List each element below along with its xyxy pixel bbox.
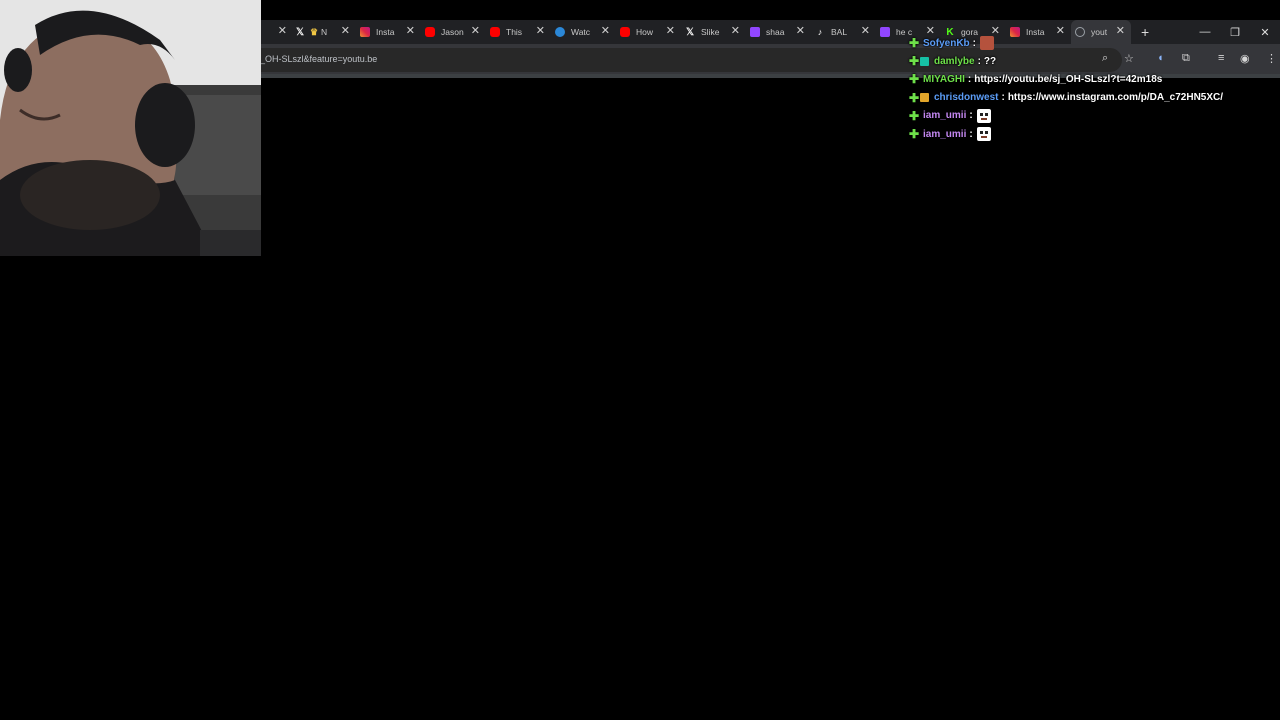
chat-overlay: ✚ SofyenKb : ✚ damlybe : ?? ✚ MIYAGHI : … [907, 34, 1280, 143]
tab-title: This [506, 27, 523, 37]
tab-title: Jason [441, 27, 464, 37]
chat-text: ?? [983, 55, 997, 67]
x-logo-icon: 𝕏 [685, 26, 695, 38]
youtube-icon [490, 27, 500, 37]
chat-username: iam_umii [923, 110, 967, 122]
tab-title: Slike [701, 27, 720, 37]
sub-badge-icon: ✚ [908, 54, 920, 69]
chat-separator: : [1001, 92, 1005, 104]
emote-icon [976, 108, 991, 123]
tab-title: shaa [766, 27, 785, 37]
chat-username: MIYAGHI [923, 73, 965, 85]
tab-title: BAL [831, 27, 848, 37]
youtube-icon [620, 27, 630, 37]
chat-message: ✚ iam_umii : [907, 107, 1280, 125]
close-tab-icon[interactable]: ✕ [536, 26, 545, 37]
sub-badge-icon: ✚ [908, 90, 920, 105]
sub-badge-icon: ✚ [908, 127, 920, 142]
chat-separator: : [969, 128, 973, 140]
circle-icon [555, 27, 565, 37]
sub-badge-icon: ✚ [908, 108, 920, 123]
twitch-icon [750, 27, 760, 37]
browser-tab[interactable]: 𝕏 ♛ N ✕ [291, 20, 356, 44]
chat-message: ✚ damlybe : ?? [907, 52, 1280, 70]
chat-separator: : [969, 110, 973, 122]
stream-frame: ✕ 𝕏 ♛ N ✕ Insta ✕ Jason ✕ This ✕ Watc ✕ [0, 0, 1280, 720]
browser-tab[interactable]: How ✕ [616, 20, 681, 44]
tiktok-icon: ♪ [817, 27, 823, 37]
close-tab-icon[interactable]: ✕ [601, 26, 610, 37]
chat-text: https://youtu.be/sj_OH-SLszl?t=42m18s [974, 73, 1163, 85]
tab-title: N [321, 27, 328, 37]
chat-separator: : [977, 55, 981, 67]
sub-badge-icon: ✚ [908, 36, 920, 51]
chat-separator: : [972, 37, 977, 49]
close-tab-icon[interactable]: ✕ [278, 26, 287, 37]
chat-username: SofyenKb [923, 37, 970, 49]
chat-text: https://www.instagram.com/p/DA_c72HN5XC/ [1007, 92, 1224, 104]
emote-icon [980, 36, 995, 51]
close-tab-icon[interactable]: ✕ [406, 26, 415, 37]
emote-icon [976, 127, 991, 142]
streamer-webcam-image [0, 0, 261, 256]
browser-tab[interactable]: Jason ✕ [421, 20, 486, 44]
chat-badge-icon [920, 56, 929, 66]
close-tab-icon[interactable]: ✕ [861, 26, 870, 37]
url-text[interactable]: _OH-SLszl&feature=youtu.be [260, 54, 377, 64]
sub-badge-icon: ✚ [908, 72, 920, 87]
youtube-icon [425, 27, 435, 37]
browser-tab[interactable]: Insta ✕ [356, 20, 421, 44]
close-tab-icon[interactable]: ✕ [731, 26, 740, 37]
browser-tab[interactable]: This ✕ [486, 20, 551, 44]
twitch-icon [880, 27, 890, 37]
chat-badge-icon [920, 93, 929, 103]
chat-message: ✚ iam_umii : [907, 125, 1280, 143]
chat-username: chrisdonwest [934, 92, 999, 104]
tab-title: How [636, 27, 654, 37]
chat-message: ✚ SofyenKb : [907, 34, 1280, 52]
browser-tab[interactable]: ✕ [260, 20, 291, 44]
chat-username: damlybe [934, 55, 975, 67]
close-tab-icon[interactable]: ✕ [471, 26, 480, 37]
close-tab-icon[interactable]: ✕ [666, 26, 675, 37]
crown-icon: ♛ [309, 26, 319, 37]
chat-username: iam_umii [923, 128, 967, 140]
webcam-overlay [0, 0, 261, 256]
instagram-icon [360, 27, 370, 37]
browser-tab[interactable]: shaa ✕ [746, 20, 811, 44]
chat-message: ✚ MIYAGHI : https://youtu.be/sj_OH-SLszl… [907, 70, 1280, 88]
tab-title: Insta [376, 27, 395, 37]
close-tab-icon[interactable]: ✕ [796, 26, 805, 37]
browser-tab[interactable]: Watc ✕ [551, 20, 616, 44]
chat-message: ✚ chrisdonwest : https://www.instagram.c… [907, 89, 1280, 107]
browser-tab[interactable]: ♪ BAL ✕ [811, 20, 876, 44]
close-tab-icon[interactable]: ✕ [341, 26, 350, 37]
x-logo-icon: 𝕏 [295, 26, 305, 38]
tab-title: Watc [571, 27, 591, 37]
browser-tab[interactable]: 𝕏 Slike ✕ [681, 20, 746, 44]
chat-separator: : [967, 73, 972, 85]
